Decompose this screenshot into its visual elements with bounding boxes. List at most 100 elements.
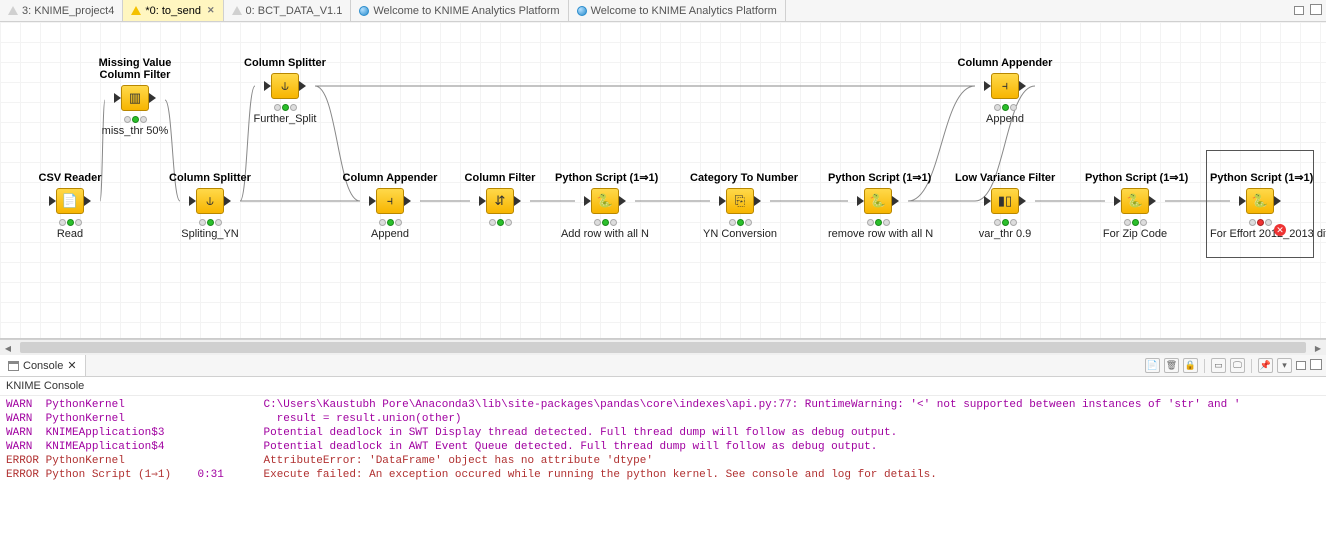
output-port[interactable] [84, 196, 91, 206]
log-level: WARN [6, 399, 39, 411]
log-level: WARN [6, 441, 39, 453]
output-port[interactable] [224, 196, 231, 206]
minimize-icon[interactable] [1294, 6, 1304, 15]
console-line: WARN PythonKernel result = result.union(… [6, 412, 1320, 426]
node-colsplit2[interactable]: Column Splitter⫝Further_Split [235, 57, 335, 125]
node-label: Append [340, 228, 440, 240]
node-lowvar[interactable]: Low Variance Filter▮▯var_thr 0.9 [955, 172, 1055, 240]
tab-welcome-1[interactable]: Welcome to KNIME Analytics Platform [351, 0, 568, 21]
node-pyscript2[interactable]: Python Script (1⇒1)🐍remove row with all … [828, 172, 928, 240]
tab-bct-data[interactable]: 0: BCT_DATA_V1.1 [224, 0, 352, 21]
input-port[interactable] [1114, 196, 1121, 206]
output-port[interactable] [149, 93, 156, 103]
node-status [1085, 219, 1185, 226]
node-icon: 📄 [56, 188, 84, 214]
input-port[interactable] [264, 81, 271, 91]
copy-button[interactable]: 📄 [1145, 358, 1160, 373]
log-level: ERROR [6, 455, 39, 467]
input-port[interactable] [857, 196, 864, 206]
output-port[interactable] [1019, 196, 1026, 206]
node-icon: ⫝ [271, 73, 299, 99]
node-colfilter[interactable]: Column Filter⇵ [450, 172, 550, 228]
workflow-canvas[interactable]: CSV Reader📄ReadMissing Value Column Filt… [0, 22, 1326, 338]
node-missingvalue[interactable]: Missing Value Column Filter▥miss_thr 50% [85, 57, 185, 137]
output-port[interactable] [514, 196, 521, 206]
menu-button[interactable]: ▾ [1277, 358, 1292, 373]
output-port[interactable] [1274, 196, 1281, 206]
log-source: PythonKernel [46, 413, 191, 425]
console-output[interactable]: WARN PythonKernel C:\Users\Kaustubh Pore… [0, 396, 1326, 545]
maximize-icon[interactable] [1310, 6, 1320, 15]
node-pyscript4[interactable]: Python Script (1⇒1)🐍✕For Effort 2012_201… [1210, 172, 1310, 240]
log-level: ERROR [6, 469, 39, 481]
node-title: Missing Value Column Filter [85, 57, 185, 81]
pin-button[interactable]: 📌 [1258, 358, 1273, 373]
lock-button[interactable]: 🔒 [1183, 358, 1198, 373]
input-port[interactable] [984, 196, 991, 206]
minimize-icon[interactable] [1296, 361, 1306, 370]
input-port[interactable] [189, 196, 196, 206]
log-message: result = result.union(other) [263, 413, 461, 425]
node-body[interactable]: ⫞ [955, 71, 1055, 101]
node-colsplit1[interactable]: Column Splitter⫝Spliting_YN [160, 172, 260, 240]
node-body[interactable]: 📄 [20, 186, 120, 216]
input-port[interactable] [984, 81, 991, 91]
tab-to-send[interactable]: *0: to_send ✕ [123, 0, 223, 21]
input-port[interactable] [719, 196, 726, 206]
node-body[interactable]: 🐍 [1210, 186, 1310, 216]
console-tab[interactable]: Console ✕ [0, 355, 86, 376]
close-icon[interactable]: ✕ [207, 5, 215, 16]
node-label: Read [20, 228, 120, 240]
output-port[interactable] [619, 196, 626, 206]
input-port[interactable] [114, 93, 121, 103]
console-line: WARN KNIMEApplication$4 Potential deadlo… [6, 440, 1320, 454]
scrollbar-thumb[interactable] [20, 342, 1306, 353]
node-colapp1[interactable]: Column Appender⫞Append [340, 172, 440, 240]
output-port[interactable] [1019, 81, 1026, 91]
input-port[interactable] [584, 196, 591, 206]
horizontal-scrollbar[interactable]: ◀ ▶ [0, 339, 1326, 355]
node-icon: ▮▯ [991, 188, 1019, 214]
node-body[interactable]: ▮▯ [955, 186, 1055, 216]
node-body[interactable]: 🐍 [1085, 186, 1185, 216]
log-location [197, 399, 237, 411]
globe-icon [359, 6, 369, 16]
node-body[interactable]: 🐍 [555, 186, 655, 216]
scroll-left-icon[interactable]: ◀ [0, 340, 16, 356]
open-console-button[interactable]: ▭ [1211, 358, 1226, 373]
output-port[interactable] [754, 196, 761, 206]
node-body[interactable]: ⎘ [690, 186, 790, 216]
node-body[interactable]: ⇵ [450, 186, 550, 216]
node-status [955, 104, 1055, 111]
node-colapp2[interactable]: Column Appender⫞Append [955, 57, 1055, 125]
scroll-right-icon[interactable]: ▶ [1310, 340, 1326, 356]
output-port[interactable] [404, 196, 411, 206]
output-port[interactable] [1149, 196, 1156, 206]
input-port[interactable] [369, 196, 376, 206]
console-line: WARN KNIMEApplication$3 Potential deadlo… [6, 426, 1320, 440]
node-cattonumber[interactable]: Category To Number⎘YN Conversion [690, 172, 790, 240]
display-button[interactable]: 🖵 [1230, 358, 1245, 373]
tab-knime-project4[interactable]: 3: KNIME_project4 [0, 0, 123, 21]
node-pyscript1[interactable]: Python Script (1⇒1)🐍Add row with all N [555, 172, 655, 240]
node-pyscript3[interactable]: Python Script (1⇒1)🐍For Zip Code [1085, 172, 1185, 240]
node-body[interactable]: 🐍 [828, 186, 928, 216]
node-body[interactable]: ⫞ [340, 186, 440, 216]
input-port[interactable] [1239, 196, 1246, 206]
node-body[interactable]: ▥ [85, 83, 185, 113]
clear-button[interactable]: 🗑 [1164, 358, 1179, 373]
tab-label: Welcome to KNIME Analytics Platform [591, 5, 777, 17]
input-port[interactable] [479, 196, 486, 206]
workflow-editor[interactable]: CSV Reader📄ReadMissing Value Column Filt… [0, 22, 1326, 339]
node-body[interactable]: ⫝ [160, 186, 260, 216]
node-csvreader[interactable]: CSV Reader📄Read [20, 172, 120, 240]
input-port[interactable] [49, 196, 56, 206]
output-port[interactable] [892, 196, 899, 206]
tab-welcome-2[interactable]: Welcome to KNIME Analytics Platform [569, 0, 786, 21]
output-port[interactable] [299, 81, 306, 91]
close-icon[interactable]: ✕ [67, 359, 76, 372]
node-icon: ⫞ [991, 73, 1019, 99]
maximize-icon[interactable] [1310, 361, 1320, 370]
node-body[interactable]: ⫝ [235, 71, 335, 101]
node-status [20, 219, 120, 226]
